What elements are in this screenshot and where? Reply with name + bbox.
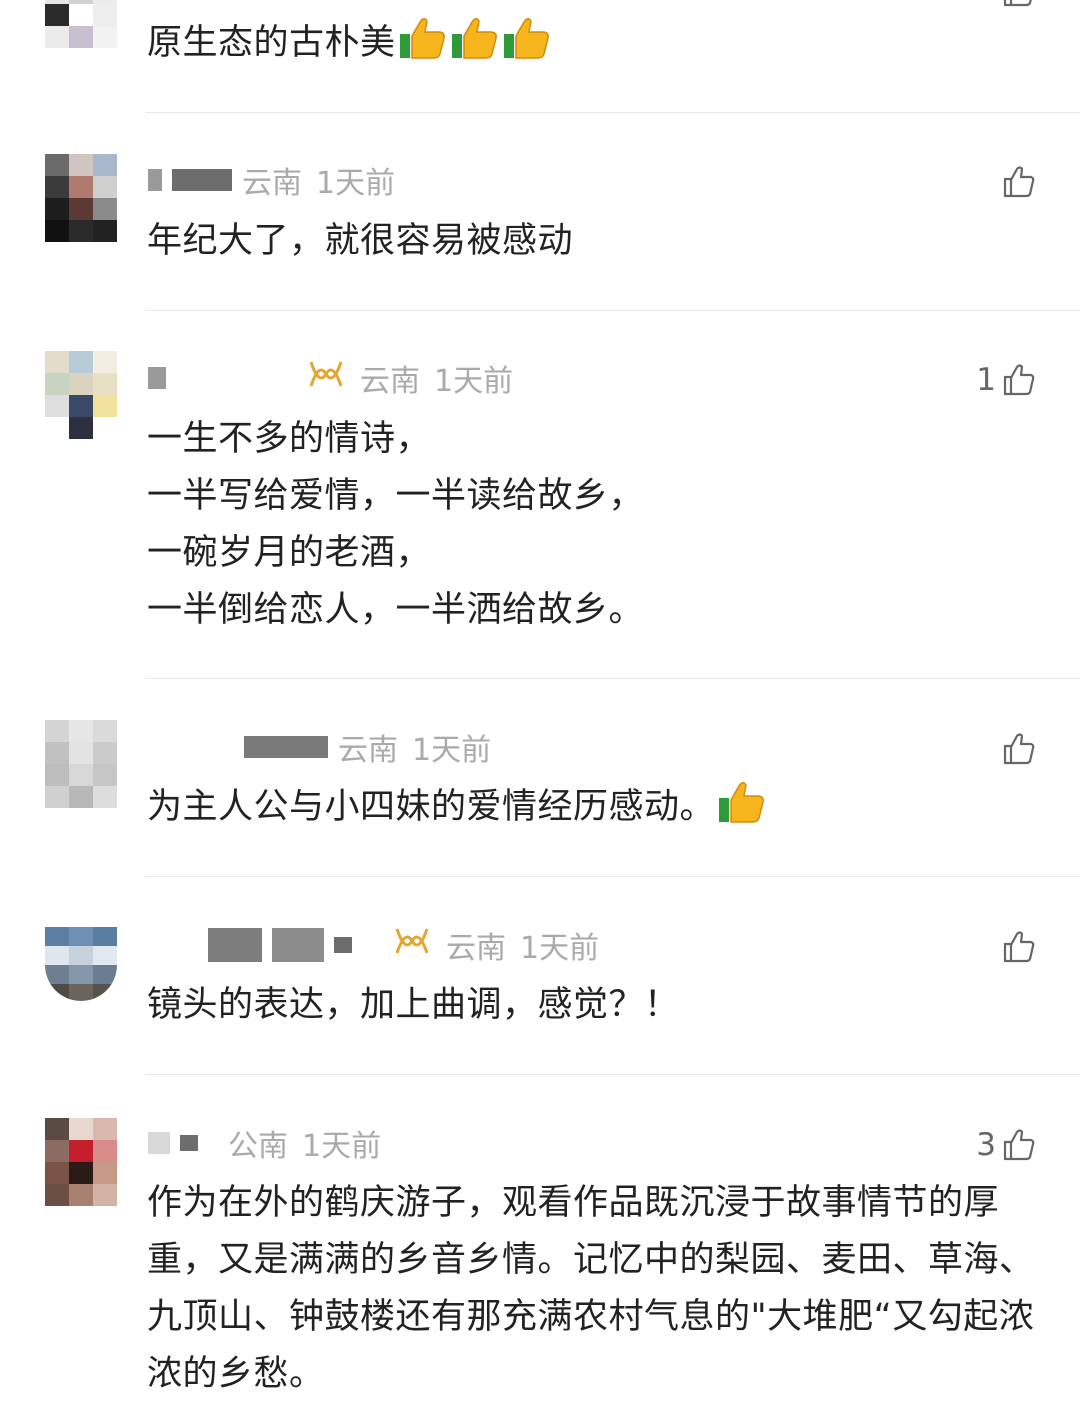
username-blurred[interactable] [334, 937, 352, 953]
thumbs-up-icon [1003, 1129, 1035, 1161]
vip-badge-icon [392, 925, 432, 965]
comment-text: 一生不多的情诗， 一半写给爱情，一半读给故乡， 一碗岁月的老酒， 一半倒给恋人，… [147, 419, 645, 630]
thumbs-up-icon [1003, 733, 1035, 765]
location: 云南 [242, 166, 302, 201]
divider [145, 1074, 1080, 1075]
like-button[interactable] [996, 729, 1036, 769]
location: 云南 [446, 931, 506, 966]
avatar[interactable] [45, 927, 117, 1001]
like-count: 3 [976, 1127, 996, 1163]
username-blurred[interactable] [180, 1135, 198, 1151]
like-count: 1 [976, 362, 996, 398]
comment-meta: 云南 1天前 [148, 727, 492, 768]
username-blurred[interactable] [148, 367, 166, 389]
like-button[interactable]: 1 [976, 360, 1036, 400]
comment-meta: 云南 1天前 [148, 925, 600, 966]
avatar[interactable] [45, 720, 117, 808]
thumbs-up-emoji-icon [450, 16, 500, 78]
comment-meta: 公南 1天前 [148, 1123, 382, 1164]
vip-badge-icon [306, 358, 346, 398]
avatar[interactable] [45, 154, 117, 242]
like-button[interactable]: 3 [976, 1125, 1036, 1165]
username-blurred[interactable] [176, 367, 296, 389]
username-blurred[interactable] [208, 928, 262, 962]
avatar[interactable] [45, 0, 117, 48]
divider [145, 678, 1080, 679]
comment-text: 作为在外的鹤庆游子，观看作品既沉浸于故事情节的厚重，又是满满的乡音乡情。记忆中的… [147, 1183, 1035, 1394]
comment-text: 原生态的古朴美 [147, 15, 1036, 78]
thumbs-up-emoji-icon [502, 16, 552, 78]
like-button[interactable] [996, 927, 1036, 967]
divider [145, 876, 1080, 877]
comment-text: 年纪大了，就很容易被感动 [147, 221, 574, 261]
avatar[interactable] [45, 351, 117, 439]
username-blurred[interactable] [272, 928, 324, 962]
location: 云南 [360, 364, 420, 399]
avatar[interactable] [45, 1118, 117, 1206]
divider [145, 310, 1080, 311]
comment-text: 为主人公与小四妹的爱情经历感动。 [147, 779, 1036, 842]
comment-text: 镜头的表达，加上曲调，感觉？！ [147, 985, 680, 1025]
timestamp: 1天前 [412, 733, 492, 768]
divider [145, 112, 1080, 113]
thumbs-up-icon [1003, 364, 1035, 396]
username-blurred[interactable] [244, 736, 328, 758]
username-blurred[interactable] [148, 169, 162, 191]
timestamp: 1天前 [520, 931, 600, 966]
comment-meta: 云南 1天前 [148, 358, 514, 399]
location: 云南 [338, 733, 398, 768]
like-button[interactable] [996, 162, 1036, 202]
thumbs-up-icon [1003, 931, 1035, 963]
timestamp: 1天前 [302, 1129, 382, 1164]
thumbs-up-emoji-icon [717, 780, 767, 842]
thumbs-up-emoji-icon [398, 16, 448, 78]
location: 公南 [228, 1129, 288, 1164]
username-blurred[interactable] [148, 1132, 170, 1154]
timestamp: 1天前 [434, 364, 514, 399]
thumbs-up-icon[interactable] [1002, 0, 1036, 8]
timestamp: 1天前 [316, 166, 396, 201]
username-blurred[interactable] [172, 169, 232, 191]
comment-meta: 云南 1天前 [148, 160, 396, 201]
thumbs-up-icon [1003, 166, 1035, 198]
